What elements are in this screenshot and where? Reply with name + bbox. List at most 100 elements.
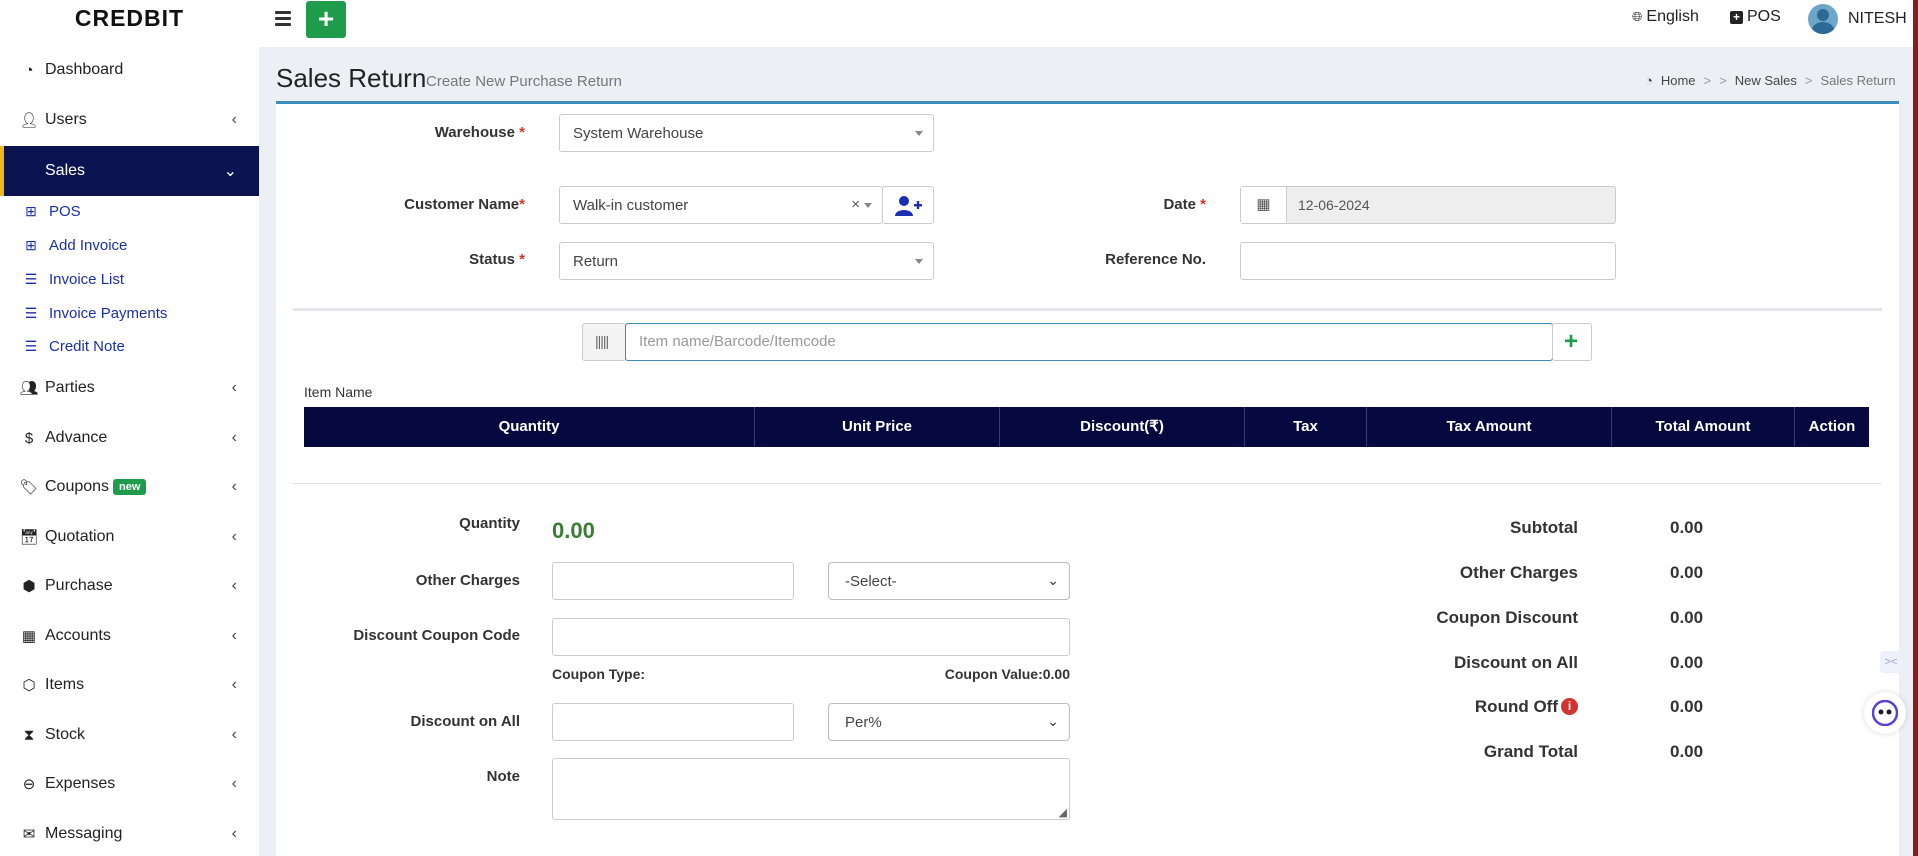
- cubes-icon: ⬡: [22, 677, 36, 694]
- breadcrumb-current: Sales Return: [1820, 73, 1896, 88]
- chevron-down-icon: ⌄: [1047, 572, 1059, 588]
- plus-square-icon: ⊞: [25, 202, 37, 219]
- breadcrumb: ◔ Home > > New Sales > Sales Return: [1645, 73, 1896, 88]
- sidebar-item-items[interactable]: ⬡ Items ‹: [0, 665, 259, 705]
- subtotal-value: 0.00: [1670, 518, 1704, 537]
- language-label: English: [1646, 8, 1699, 25]
- clear-icon[interactable]: ×: [851, 196, 860, 213]
- round-off-label: Round Off: [1474, 697, 1558, 716]
- caret-down-icon: [915, 131, 923, 136]
- chat-assistant-button[interactable]: [1864, 692, 1906, 734]
- list-icon: ☰: [24, 304, 38, 321]
- hourglass-icon: ⧗: [23, 726, 35, 744]
- sidebar-item-advance[interactable]: $ Advance ‹: [0, 418, 259, 458]
- chevron-left-icon: ‹: [231, 478, 237, 495]
- plus-icon: +: [1564, 328, 1579, 355]
- menu-toggle-icon[interactable]: [272, 8, 294, 30]
- sidebar-item-purchase[interactable]: ⬢ Purchase ‹: [0, 566, 259, 606]
- chevron-left-icon: ‹: [231, 775, 237, 792]
- sidebar-item-stock[interactable]: ⧗ Stock ‹: [0, 715, 259, 755]
- other-charges-input[interactable]: [552, 562, 794, 600]
- coupon-type-label: Coupon Type:: [552, 666, 646, 682]
- cube-icon: ⬢: [22, 578, 36, 595]
- column-action: Action: [1808, 418, 1856, 435]
- chevron-down-icon: ⌄: [223, 163, 237, 180]
- sidebar-item-quotation[interactable]: 📅︎ Quotation ‹: [0, 517, 259, 557]
- brand-logo[interactable]: CREDBIT: [0, 0, 259, 47]
- status-select[interactable]: Return: [559, 242, 934, 280]
- caret-down-icon: [864, 203, 872, 208]
- info-icon[interactable]: i: [1561, 698, 1578, 715]
- status-label: Status *: [469, 251, 525, 268]
- sidebar-subitem-pos[interactable]: ⊞ POS: [0, 196, 259, 226]
- reference-no-label: Reference No.: [1105, 251, 1206, 268]
- chevron-left-icon: ‹: [231, 528, 237, 545]
- user-name: NITESH: [1848, 10, 1907, 27]
- grid-icon: ▦: [21, 628, 37, 645]
- sidebar-subitem-credit-note[interactable]: ☰ Credit Note: [0, 331, 259, 361]
- calendar-icon: ▦: [1241, 187, 1287, 223]
- quick-add-button[interactable]: +: [306, 1, 346, 38]
- add-customer-button[interactable]: [882, 186, 934, 224]
- total-quantity-value: 0.00: [552, 518, 595, 543]
- user-menu[interactable]: NITESH: [1808, 4, 1907, 34]
- sidebar-item-parties[interactable]: 👥︎ Parties ‹: [0, 368, 259, 408]
- date-label: Date *: [1163, 196, 1206, 213]
- collapse-widget-icon[interactable]: ><: [1880, 651, 1902, 673]
- coupon-value-label: Coupon Value:0.00: [944, 666, 1070, 682]
- user-plus-icon: [895, 196, 922, 216]
- note-textarea[interactable]: ◢: [552, 758, 1070, 820]
- calendar-plus-icon: 📅︎: [19, 529, 39, 546]
- discount-type-select[interactable]: Per% ⌄: [828, 703, 1070, 741]
- customer-select[interactable]: Walk-in customer ×: [559, 186, 883, 224]
- column-tax-amount: Tax Amount: [1367, 407, 1612, 447]
- sidebar-subitem-add-invoice[interactable]: ⊞ Add Invoice: [0, 230, 259, 260]
- new-badge: new: [113, 479, 147, 495]
- coupon-discount-label: Coupon Discount: [1436, 608, 1578, 627]
- sidebar-subitem-invoice-list[interactable]: ☰ Invoice List: [0, 264, 259, 294]
- coupon-code-input[interactable]: [552, 618, 1070, 656]
- plus-square-icon: ⊞: [25, 236, 37, 253]
- pos-link[interactable]: + POS: [1730, 8, 1781, 26]
- subtotal-label: Subtotal: [1510, 518, 1578, 537]
- column-quantity: Quantity: [304, 407, 755, 447]
- list-icon: ☰: [24, 270, 38, 287]
- sidebar-item-accounts[interactable]: ▦ Accounts ‹: [0, 616, 259, 656]
- resize-handle-icon[interactable]: ◢: [1059, 806, 1067, 819]
- sidebar-item-messaging[interactable]: ✉ Messaging ‹: [0, 814, 259, 854]
- other-charges-summary-label: Other Charges: [1459, 563, 1578, 582]
- column-unit-price: Unit Price: [755, 407, 1000, 447]
- breadcrumb-home[interactable]: Home: [1661, 73, 1696, 88]
- breadcrumb-new-sales[interactable]: New Sales: [1735, 73, 1797, 88]
- caret-down-icon: [915, 259, 923, 264]
- sidebar-item-users[interactable]: 👤︎ Users ‹: [0, 100, 259, 140]
- language-selector[interactable]: 🌐︎ English: [1632, 8, 1699, 26]
- warehouse-select[interactable]: System Warehouse: [559, 114, 934, 152]
- chevron-left-icon: ‹: [231, 379, 237, 396]
- discount-on-all-input[interactable]: [552, 703, 794, 741]
- tags-icon: 🏷︎: [19, 479, 39, 496]
- add-item-button[interactable]: +: [1552, 323, 1592, 361]
- reference-no-input[interactable]: [1240, 242, 1616, 280]
- dollar-icon: $: [24, 429, 34, 447]
- item-search-input[interactable]: Item name/Barcode/Itemcode: [625, 323, 1553, 361]
- chevron-left-icon: ‹: [231, 627, 237, 644]
- quantity-label: Quantity: [459, 515, 520, 532]
- grand-total-value: 0.00: [1670, 742, 1704, 761]
- chevron-left-icon: ‹: [231, 429, 237, 446]
- chevron-down-icon: ⌄: [1047, 713, 1059, 729]
- column-tax: Tax: [1245, 407, 1367, 447]
- dashboard-icon: ◔: [24, 61, 34, 79]
- sidebar-item-dashboard[interactable]: ◔ Dashboard: [0, 50, 259, 90]
- chevron-left-icon: ‹: [231, 111, 237, 128]
- top-bar: CREDBIT + 🌐︎ English + POS NITESH: [0, 0, 1918, 47]
- sidebar-item-expenses[interactable]: ⊖ Expenses ‹: [0, 764, 259, 804]
- sidebar-item-sales[interactable]: Sales ⌄: [0, 146, 259, 196]
- plus-square-icon: +: [1730, 10, 1743, 24]
- coupon-code-label: Discount Coupon Code: [353, 627, 520, 644]
- sidebar-subitem-invoice-payments[interactable]: ☰ Invoice Payments: [0, 298, 259, 328]
- page-title: Sales Return: [276, 63, 427, 93]
- sidebar-item-coupons[interactable]: 🏷︎ Coupons new ‹: [0, 467, 259, 507]
- date-field[interactable]: ▦ 12-06-2024: [1240, 186, 1616, 224]
- other-charges-type-select[interactable]: -Select- ⌄: [828, 562, 1070, 600]
